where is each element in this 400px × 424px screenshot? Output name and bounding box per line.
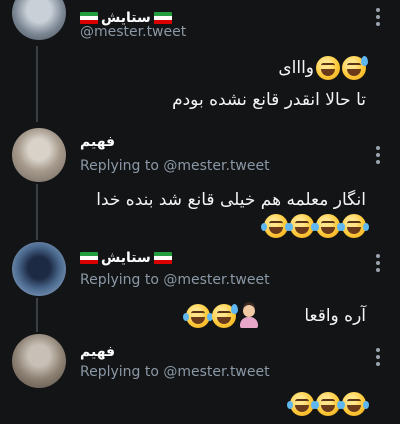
user-name[interactable]: ستایش <box>101 250 151 266</box>
grinning-sweat-icon <box>212 304 238 328</box>
more-options-icon[interactable] <box>376 348 380 366</box>
replying-to[interactable]: Replying to @mester.tweet <box>80 158 270 174</box>
avatar[interactable] <box>12 128 66 182</box>
tweet-text: انگار معلمه هم خیلی قانع شد بنده خدا <box>96 190 366 210</box>
tears-of-joy-icon <box>287 214 317 238</box>
tears-of-joy-icon <box>183 304 213 328</box>
iran-flag-icon <box>80 252 98 264</box>
tears-of-joy-icon <box>313 214 343 238</box>
tweet[interactable]: فهیم Replying to @mester.tweet <box>0 334 400 424</box>
tweet[interactable]: ستایش @mester.tweet وااای تا حالا انقدر … <box>0 0 400 122</box>
tears-of-joy-icon <box>339 214 369 238</box>
more-options-icon[interactable] <box>376 146 380 164</box>
person-facepalming-icon <box>238 304 260 328</box>
avatar[interactable] <box>12 0 66 40</box>
tears-of-joy-icon <box>339 392 369 416</box>
grinning-face-icon <box>316 56 340 80</box>
iran-flag-icon <box>153 12 172 24</box>
more-options-icon[interactable] <box>376 8 380 26</box>
tweet-text: تا حالا انقدر قانع نشده بودم <box>172 90 366 110</box>
avatar[interactable] <box>12 334 66 388</box>
tweet-text: آره واقعا <box>304 306 366 326</box>
tweet[interactable]: ستایش Replying to @mester.tweet آره واقع… <box>0 238 400 334</box>
tweet[interactable]: فهیم Replying to @mester.tweet انگار معل… <box>0 122 400 238</box>
grinning-sweat-icon <box>342 56 368 80</box>
more-options-icon[interactable] <box>376 254 380 272</box>
user-handle[interactable]: @mester.tweet <box>80 24 186 40</box>
tears-of-joy-icon <box>287 392 317 416</box>
iran-flag-icon <box>80 12 98 24</box>
avatar[interactable] <box>12 242 66 296</box>
replying-to[interactable]: Replying to @mester.tweet <box>80 364 270 380</box>
iran-flag-icon <box>153 252 172 264</box>
user-name[interactable]: فهیم <box>80 134 115 150</box>
user-name[interactable]: فهیم <box>80 344 115 360</box>
tears-of-joy-icon <box>261 214 291 238</box>
tweet-text: وااای <box>278 58 314 78</box>
tears-of-joy-icon <box>313 392 343 416</box>
replying-to[interactable]: Replying to @mester.tweet <box>80 272 270 288</box>
